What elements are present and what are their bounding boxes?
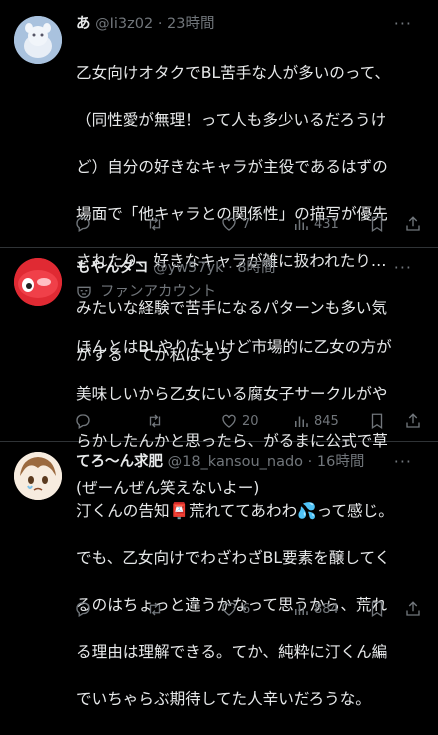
tweet-actions: 7 431: [0, 215, 438, 235]
reply-icon: [76, 217, 90, 232]
tweet-2[interactable]: もやんダコ @yw57yk · 8時間 ··· ファンアカウント ほんとはBLや…: [0, 248, 438, 497]
reply-icon: [76, 602, 90, 617]
tweet-3[interactable]: てろ～ん求肥 @18_kansou_nado · 16時間 ··· 汀くんの告知…: [0, 442, 438, 708]
like-count: 6: [242, 601, 251, 617]
mask-icon: [77, 286, 91, 298]
bookmark-icon: [371, 413, 383, 430]
separator: ·: [157, 16, 163, 32]
views-icon: [295, 604, 308, 615]
tweet-actions: 6 884: [0, 600, 438, 620]
bookmark-button[interactable]: [368, 215, 386, 233]
avatar[interactable]: [14, 452, 62, 500]
share-icon: [406, 216, 420, 231]
like-button[interactable]: 6: [220, 600, 250, 618]
retweet-icon: [149, 414, 161, 428]
text-line: 汀くんの告知📮荒れててあわわ💦って感じ。: [76, 501, 394, 520]
text-line: ど）自分の好きなキャラが主役であるはずの: [76, 157, 388, 176]
avatar-image: [14, 16, 62, 64]
text-line: （同性愛が無理！って人も多少いるだろうけ: [76, 110, 387, 129]
more-icon[interactable]: ···: [394, 452, 412, 471]
tweet-actions: 20 845: [0, 412, 438, 432]
share-icon: [406, 601, 420, 616]
views-button[interactable]: 884: [292, 600, 339, 618]
like-count: 7: [242, 216, 251, 232]
views-button[interactable]: 845: [292, 412, 339, 430]
tweet-header: てろ～ん求肥 @18_kansou_nado · 16時間: [76, 452, 426, 472]
text-line: る理由は理解できる。てか、純粋に汀くん編: [76, 642, 388, 661]
heart-icon: [222, 414, 236, 428]
tweet-header: あ @Ii3z02 · 23時間: [76, 14, 426, 34]
share-button[interactable]: [404, 600, 422, 618]
retweet-icon: [149, 602, 161, 616]
views-icon: [295, 416, 308, 427]
text-line: 美味しいから乙女にいる腐女子サークルがや: [76, 384, 388, 403]
views-icon: [295, 219, 308, 230]
display-name[interactable]: もやんダコ: [76, 260, 149, 276]
heart-icon: [222, 602, 236, 616]
share-button[interactable]: [404, 215, 422, 233]
reply-icon: [76, 414, 90, 429]
bookmark-button[interactable]: [368, 412, 386, 430]
handle[interactable]: @18_kansou_nado: [168, 454, 303, 470]
avatar-image: [14, 452, 62, 500]
text-line: ほんとはBLやりたいけど市場的に乙女の方が: [76, 337, 392, 356]
reply-button[interactable]: [74, 215, 96, 233]
tweet-header: もやんダコ @yw57yk · 8時間: [76, 258, 426, 278]
retweet-button[interactable]: [146, 215, 168, 233]
handle[interactable]: @yw57yk: [153, 260, 223, 276]
like-count: 20: [242, 413, 259, 429]
views-button[interactable]: 431: [292, 215, 339, 233]
community-name: ファンアカウント: [100, 284, 216, 300]
community-label[interactable]: ファンアカウント: [76, 280, 426, 304]
bookmark-button[interactable]: [368, 600, 386, 618]
avatar-image: [14, 258, 62, 306]
separator: ·: [307, 454, 313, 470]
reply-button[interactable]: [74, 412, 96, 430]
like-button[interactable]: 7: [220, 215, 250, 233]
avatar[interactable]: [14, 16, 62, 64]
display-name[interactable]: てろ～ん求肥: [76, 454, 163, 470]
view-count: 845: [314, 413, 339, 429]
text-line: でも、乙女向けでわざわざBL要素を醸してく: [76, 548, 391, 567]
retweet-button[interactable]: [146, 412, 168, 430]
view-count: 884: [314, 601, 339, 617]
retweet-button[interactable]: [146, 600, 168, 618]
timestamp[interactable]: 16時間: [317, 454, 364, 470]
handle[interactable]: @Ii3z02: [95, 16, 153, 32]
view-count: 431: [314, 216, 339, 232]
avatar[interactable]: [14, 258, 62, 306]
reply-button[interactable]: [74, 600, 96, 618]
timestamp[interactable]: 8時間: [237, 260, 275, 276]
retweet-icon: [149, 217, 161, 231]
text-line: でいちゃらぶ期待してた人辛いだろうな。: [76, 689, 371, 708]
share-button[interactable]: [404, 412, 422, 430]
more-icon[interactable]: ···: [394, 258, 412, 277]
more-icon[interactable]: ···: [394, 14, 412, 33]
like-button[interactable]: 20: [220, 412, 259, 430]
share-icon: [406, 413, 420, 428]
display-name[interactable]: あ: [76, 16, 91, 32]
heart-icon: [222, 217, 236, 231]
text-line: 乙女向けオタクでBL苦手な人が多いのって、: [76, 63, 391, 82]
separator: ·: [228, 260, 233, 276]
bookmark-icon: [371, 601, 383, 618]
timestamp[interactable]: 23時間: [167, 16, 214, 32]
bookmark-icon: [371, 216, 383, 233]
tweet-1[interactable]: あ @Ii3z02 · 23時間 ··· 乙女向けオタクでBL苦手な人が多いのっ…: [0, 0, 438, 364]
